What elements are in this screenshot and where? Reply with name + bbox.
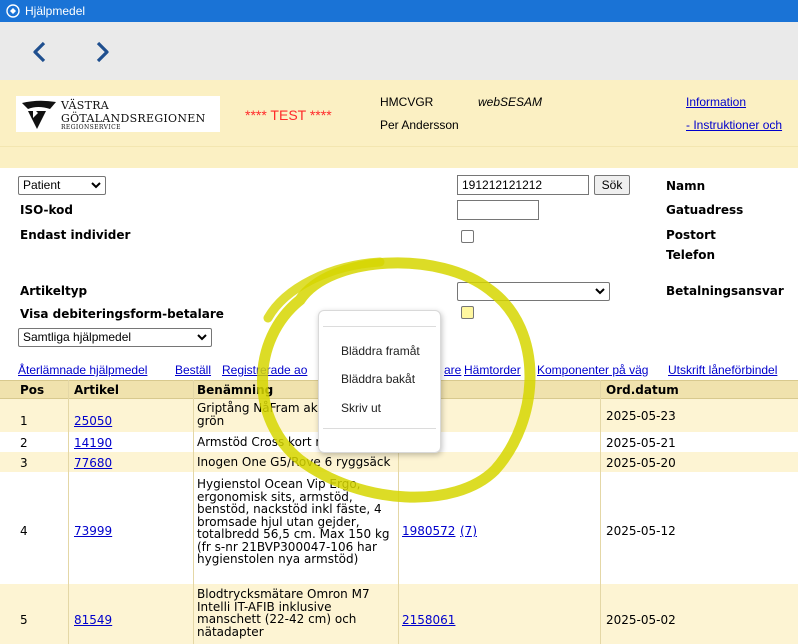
- row-order-date: 2025-05-20: [606, 456, 676, 470]
- row-description-line: Inogen One G5/Rove 6 ryggsäck: [197, 455, 391, 469]
- chevron-down-icon: [197, 334, 207, 341]
- row-order-date: 2025-05-02: [606, 613, 676, 627]
- chevron-down-icon: [595, 288, 605, 295]
- row-description: Blodtrycksmätare Omron M7 Intelli IT-AFI…: [197, 588, 402, 638]
- street-address-label: Gatuadress: [666, 203, 744, 217]
- personal-number-input[interactable]: 191212121212: [457, 175, 589, 195]
- row-pos: 4: [20, 524, 28, 538]
- row-order-date: 2025-05-21: [606, 436, 676, 450]
- city-label: Postort: [666, 228, 716, 242]
- row-description-line: totalbredd 56,5 cm. Max 150 kg: [197, 527, 390, 541]
- registered-orders-link[interactable]: Registrerade ao: [222, 363, 307, 377]
- app-icon: [6, 4, 20, 18]
- row-pos: 1: [20, 414, 28, 428]
- billing-form-checkbox[interactable]: [461, 306, 474, 319]
- row-description-line: nätadapter: [197, 624, 264, 639]
- row-pos: 3: [20, 456, 28, 470]
- payment-responsibility-label: Betalningsansvar: [666, 284, 784, 298]
- phone-label: Telefon: [666, 248, 715, 262]
- billing-form-label: Visa debiteringsform-betalare: [20, 307, 224, 321]
- system-name: webSESAM: [478, 95, 543, 109]
- patient-name-label: Namn: [666, 179, 706, 193]
- aid-filter-select[interactable]: Samtliga hjälpmedel: [18, 328, 212, 347]
- vgr-logo: VÄSTRA GÖTALANDSREGIONEN REGIONSERVICE: [16, 96, 220, 132]
- row-description-line: Hygienstol Ocean Vip Ergo,: [197, 477, 361, 491]
- aid-filter-value: Samtliga hjälpmedel: [23, 330, 132, 344]
- search-button[interactable]: Sök: [594, 175, 630, 195]
- chevron-left-icon[interactable]: [30, 40, 50, 64]
- registered-orders-link-tail[interactable]: are: [444, 363, 461, 377]
- menu-item-browse-back[interactable]: Bläddra bakåt: [341, 372, 415, 386]
- components-on-way-link[interactable]: Komponenter på väg: [537, 363, 648, 377]
- column-divider: [68, 380, 69, 644]
- row-description-line: benstöd, nackstöd inkl fäste, 4: [197, 502, 382, 516]
- row-article-link[interactable]: 81549: [74, 613, 112, 627]
- row-description-line: hygienstolen nya armstöd): [197, 552, 359, 566]
- window-titlebar: Hjälpmedel: [0, 0, 798, 22]
- individ-only-label: Endast individer: [20, 228, 131, 242]
- column-header-orddatum: Ord.datum: [606, 383, 679, 397]
- search-type-select[interactable]: Patient: [18, 176, 106, 195]
- row-pos: 5: [20, 613, 28, 627]
- article-type-select[interactable]: [457, 282, 610, 301]
- information-link[interactable]: Information: [686, 95, 746, 109]
- row-id-link[interactable]: 1980572: [402, 524, 455, 538]
- logo-text-line3: REGIONSERVICE: [61, 124, 121, 131]
- print-loan-agreement-link[interactable]: Utskrift låneförbindel: [668, 363, 777, 377]
- column-divider: [600, 380, 601, 644]
- navigation-bar: [0, 22, 798, 80]
- logo-text-line1: VÄSTRA: [61, 99, 110, 112]
- row-pos: 2: [20, 436, 28, 450]
- row-description: Hygienstol Ocean Vip Ergo, ergonomisk si…: [197, 478, 402, 566]
- logo-emblem-icon: [22, 100, 56, 129]
- window-title: Hjälpmedel: [25, 4, 86, 18]
- menu-separator: [323, 428, 436, 429]
- row-id-link[interactable]: 2158061: [402, 613, 455, 627]
- chevron-right-icon[interactable]: [92, 40, 112, 64]
- iso-code-label: ISO-kod: [20, 203, 74, 217]
- order-link[interactable]: Beställ: [175, 363, 211, 377]
- column-header-artikel: Artikel: [74, 383, 119, 397]
- page-header: VÄSTRA GÖTALANDSREGIONEN REGIONSERVICE *…: [0, 80, 798, 146]
- row-article-link[interactable]: 77680: [74, 456, 112, 470]
- org-code: HMCVGR: [380, 95, 434, 109]
- row-article-link[interactable]: 14190: [74, 436, 112, 450]
- column-header-pos: Pos: [20, 383, 45, 397]
- table-row: 4 73999 Hygienstol Ocean Vip Ergo, ergon…: [0, 472, 798, 584]
- menu-separator: [323, 326, 436, 327]
- row-article-link[interactable]: 25050: [74, 414, 112, 428]
- test-environment-banner: **** TEST ****: [245, 107, 332, 123]
- column-header-benamning: Benämning: [197, 383, 274, 397]
- individ-only-checkbox[interactable]: [461, 230, 474, 243]
- article-type-label: Artikeltyp: [20, 284, 88, 298]
- row-description-line: Blodtrycksmätare Omron M7: [197, 587, 370, 601]
- pickup-order-link[interactable]: Hämtorder: [464, 363, 521, 377]
- returned-aids-link[interactable]: Återlämnade hjälpmedel: [18, 363, 147, 377]
- iso-code-input[interactable]: [457, 200, 539, 220]
- row-order-date: 2025-05-12: [606, 524, 676, 538]
- row-description-line: manschett (22-42 cm) och: [197, 612, 357, 626]
- chevron-down-icon: [91, 182, 101, 189]
- row-article-link[interactable]: 73999: [74, 524, 112, 538]
- search-type-value: Patient: [23, 178, 61, 192]
- menu-item-print[interactable]: Skriv ut: [341, 401, 381, 415]
- table-row: 3 77680 Inogen One G5/Rove 6 ryggsäck 20…: [0, 452, 798, 472]
- instructions-link[interactable]: - Instruktioner och: [686, 118, 782, 132]
- row-id-count-link[interactable]: (7): [460, 524, 477, 538]
- user-name: Per Andersson: [380, 118, 459, 132]
- menu-item-browse-forward[interactable]: Bläddra framåt: [341, 344, 420, 358]
- row-order-date: 2025-05-23: [606, 409, 676, 423]
- column-divider: [193, 380, 194, 644]
- context-menu: Bläddra framåt Bläddra bakåt Skriv ut: [318, 310, 441, 453]
- table-row: 5 81549 Blodtrycksmätare Omron M7 Intell…: [0, 584, 798, 644]
- row-description: Inogen One G5/Rove 6 ryggsäck: [197, 456, 402, 469]
- header-spacer: [0, 146, 798, 168]
